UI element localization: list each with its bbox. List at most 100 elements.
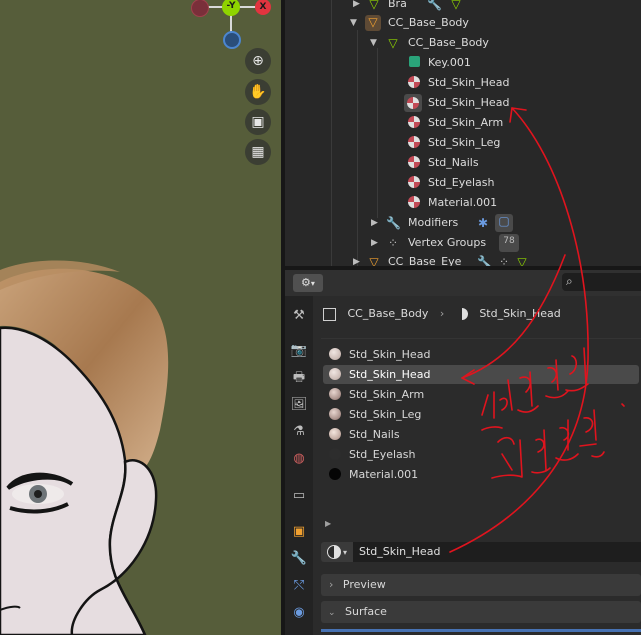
material-slot-label: Std_Eyelash [349, 448, 416, 461]
object-icon [323, 307, 336, 321]
outliner-row[interactable]: Key.001 [285, 53, 641, 73]
outliner[interactable]: ▶ ▽ Bra 🔧 ▽ ▼ ▽ CC_Base_Body ▼ ▽ CC_Base… [285, 0, 641, 266]
outliner-row[interactable]: Std_Skin_Head [285, 73, 641, 93]
outliner-row-label: Modifiers [408, 216, 459, 229]
collection-tab-icon[interactable]: ▭ [289, 486, 309, 506]
chevron-down-icon: ⌄ [328, 608, 336, 618]
wrench-icon[interactable]: 🔧 [477, 255, 492, 266]
outliner-row[interactable]: ▼ ▽ CC_Base_Body [285, 33, 641, 53]
armature-modifier-icon[interactable]: ✱ [476, 216, 490, 230]
outliner-row-label: Vertex Groups [408, 236, 487, 249]
expand-arrow-icon[interactable]: ▶ [371, 233, 381, 253]
armature-object-icon: ▽ [369, 255, 379, 266]
outliner-row-label: CC_Base_Body [388, 16, 469, 29]
material-slot[interactable]: Std_Nails [323, 425, 639, 444]
outliner-row[interactable]: ▶ ⁘ Vertex Groups 78 [285, 233, 641, 253]
outliner-row-label: Std_Skin_Head [428, 76, 510, 89]
outliner-row[interactable]: ▶ ▽ Bra 🔧 ▽ [285, 0, 641, 14]
modifier-tab-icon[interactable]: 🔧 [289, 549, 309, 569]
material-slot-selected[interactable]: Std_Skin_Head [323, 365, 639, 384]
material-icon [408, 156, 420, 168]
outliner-row[interactable]: Std_Skin_Head [285, 93, 641, 113]
outliner-row[interactable]: Std_Eyelash [285, 173, 641, 193]
vertex-groups-icon[interactable]: ⁘ [497, 255, 511, 266]
list-expand-arrow-icon[interactable]: ▶ [325, 519, 331, 528]
collapse-arrow-icon[interactable]: ▼ [350, 13, 360, 33]
object-tab-icon[interactable]: ▣ [289, 522, 309, 542]
scene-tab-icon[interactable]: ⚗ [289, 422, 309, 442]
expand-arrow-icon[interactable]: ▶ [353, 252, 363, 266]
physics-tab-icon[interactable]: ◉ [289, 603, 309, 623]
world-tab-icon[interactable]: ◍ [289, 449, 309, 469]
preview-panel-header[interactable]: › Preview [321, 574, 641, 596]
outliner-row[interactable]: Material.001 [285, 193, 641, 213]
chevron-down-icon: ▾ [310, 279, 315, 288]
material-slot-label: Material.001 [349, 468, 419, 481]
material-slot-label: Std_Skin_Head [349, 348, 431, 361]
material-slot-list[interactable]: Std_Skin_Head Std_Skin_Head Std_Skin_Arm… [321, 338, 641, 539]
material-icon [407, 97, 419, 109]
outliner-row-label: Std_Eyelash [428, 176, 495, 189]
search-input[interactable]: ⌕ [562, 273, 641, 291]
view-layer-tab-icon[interactable]: 🖼 [289, 395, 309, 415]
mesh-data-icon[interactable]: ▽ [515, 255, 529, 266]
material-slot[interactable]: Std_Skin_Leg [323, 405, 639, 424]
mesh-icon: ▽ [369, 0, 379, 11]
outliner-row-label: Material.001 [428, 196, 498, 209]
expand-arrow-icon[interactable]: ▶ [353, 0, 363, 14]
material-slot[interactable]: Std_Skin_Head [323, 345, 639, 364]
material-slot[interactable]: Std_Skin_Arm [323, 385, 639, 404]
material-browse-button[interactable]: ▾ [321, 542, 353, 562]
properties-content: CC_Base_Body › Std_Skin_Head Std_Skin_He… [313, 296, 641, 635]
modifier-icon[interactable]: ▢ [495, 214, 513, 232]
output-tab-icon[interactable]: 🖶 [289, 368, 309, 388]
wrench-icon[interactable]: 🔧 [427, 0, 442, 11]
outliner-row-label: CC_Base_Eye [388, 255, 462, 266]
material-slot-label: Std_Skin_Head [349, 368, 431, 381]
outliner-row[interactable]: Std_Skin_Leg [285, 133, 641, 153]
material-slot-label: Std_Nails [349, 428, 400, 441]
panel-title: Preview [342, 578, 386, 591]
material-slot[interactable]: Material.001 [323, 465, 639, 484]
collapse-arrow-icon[interactable]: ▼ [370, 33, 380, 53]
outliner-row-label: CC_Base_Body [408, 36, 489, 49]
badge-count: 78 [503, 236, 515, 246]
vertex-group-count-badge[interactable]: 78 [499, 234, 519, 252]
breadcrumb-material: Std_Skin_Head [479, 307, 561, 320]
tool-tab-icon[interactable]: ⚒ [289, 306, 309, 326]
material-icon [408, 76, 420, 88]
material-preview-icon [329, 428, 341, 440]
3d-viewport[interactable]: -Y X ⊕ ✋ ▣ ▦ [0, 0, 281, 635]
material-slot[interactable]: Std_Eyelash [323, 445, 639, 464]
render-tab-icon[interactable]: 📷 [289, 341, 309, 361]
vertex-groups-icon: ⁘ [387, 236, 399, 250]
particles-tab-icon[interactable]: ⤲ [289, 576, 309, 596]
outliner-row-label: Std_Nails [428, 156, 479, 169]
editor-type-icon: ⚙ [301, 276, 311, 289]
material-preview-icon [329, 388, 341, 400]
editor-type-dropdown[interactable]: ⚙▾ [293, 274, 323, 292]
material-icon [408, 176, 420, 188]
material-slot-label: Std_Skin_Leg [349, 408, 422, 421]
breadcrumb-object: CC_Base_Body [347, 307, 429, 320]
outliner-row[interactable]: ▼ ▽ CC_Base_Body [285, 13, 641, 33]
mesh-data-icon[interactable]: ▽ [449, 0, 463, 11]
material-icon [408, 116, 420, 128]
expand-arrow-icon[interactable]: ▶ [371, 213, 381, 233]
properties-editor[interactable]: ⚙▾ ⌕ ⚒ 📷 🖶 🖼 ⚗ ◍ ▭ ▣ 🔧 ⤲ ◉ CC_Base_Body … [285, 270, 641, 635]
outliner-row-label: Key.001 [428, 56, 471, 69]
material-preview-icon [329, 348, 341, 360]
material-icon [455, 308, 468, 320]
outliner-row[interactable]: ▶ 🔧 Modifiers ✱ ▢ [285, 213, 641, 233]
material-name-field[interactable]: Std_Skin_Head [353, 542, 641, 562]
armature-object-icon: ▽ [365, 15, 381, 31]
outliner-row[interactable]: ▶ ▽ CC_Base_Eye 🔧 ⁘ ▽ [285, 252, 641, 266]
material-preview-icon [329, 368, 341, 380]
outliner-row[interactable]: Std_Nails [285, 153, 641, 173]
outliner-row-label: Bra [388, 0, 407, 10]
chevron-down-icon: ▾ [342, 548, 347, 557]
outliner-row[interactable]: Std_Skin_Arm [285, 113, 641, 133]
material-slot-label: Std_Skin_Arm [349, 388, 425, 401]
surface-panel-header[interactable]: ⌄ Surface [321, 601, 641, 623]
outliner-row-label: Std_Skin_Leg [428, 136, 501, 149]
